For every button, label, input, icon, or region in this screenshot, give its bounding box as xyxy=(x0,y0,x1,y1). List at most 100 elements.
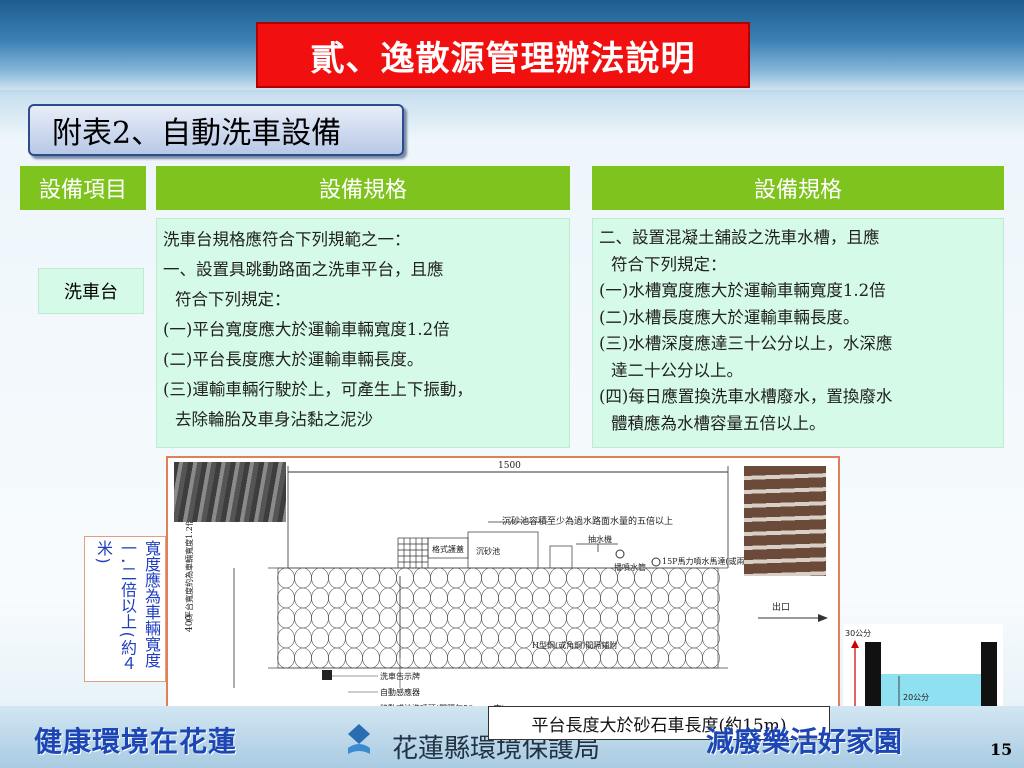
roller-circle xyxy=(464,607,482,629)
roller-circle xyxy=(685,647,703,669)
roller-circle xyxy=(430,627,448,649)
roller-circle xyxy=(532,567,550,589)
spec-line: 洗車台規格應符合下列規範之一： xyxy=(163,230,411,249)
roller-circle xyxy=(413,647,431,669)
roller-circle xyxy=(549,607,567,629)
spec-line: (四)每日應置換洗車水槽廢水，置換廢水 xyxy=(599,387,893,406)
spec-line: (一)平台寬度應大於運輸車輛寬度1.2倍 xyxy=(163,320,450,339)
roller-circle xyxy=(651,607,669,629)
roller-circle xyxy=(651,647,669,669)
roller-circle xyxy=(277,567,295,589)
roller-circle xyxy=(583,587,601,609)
roller-circle xyxy=(447,627,465,649)
roller-circle xyxy=(362,647,380,669)
header-spec-right: 設備規格 xyxy=(592,166,1004,210)
roller-circle xyxy=(566,587,584,609)
spec-line: 符合下列規定： xyxy=(175,290,291,309)
roller-circle xyxy=(549,567,567,589)
roller-circle xyxy=(379,567,397,589)
roller-circle xyxy=(396,647,414,669)
roller-circle xyxy=(430,647,448,669)
roller-circle xyxy=(379,607,397,629)
roller-circle xyxy=(277,647,295,669)
slide-title: 貳、逸散源管理辦法說明 xyxy=(256,22,750,88)
roller-circle xyxy=(481,627,499,649)
roller-circle xyxy=(549,587,567,609)
roller-circle xyxy=(651,587,669,609)
roller-circle xyxy=(634,647,652,669)
spec-line: (二)水槽長度應大於運輸車輛長度。 xyxy=(599,307,860,327)
roller-circle xyxy=(702,627,720,649)
sediment-note: 沉砂池容積至少為過水路面水量的五倍以上 xyxy=(502,515,673,527)
roller-circle xyxy=(685,607,703,629)
roller-circle xyxy=(634,627,652,649)
motor-label: 播噴水管 xyxy=(614,562,646,572)
roller-circle xyxy=(430,587,448,609)
roller-rows xyxy=(268,567,728,669)
roller-circle xyxy=(396,607,414,629)
water-depth-label: 20公分 xyxy=(903,693,929,702)
roller-circle xyxy=(498,627,516,649)
roller-circle xyxy=(413,587,431,609)
roller-label: H型鋼(或角鋼)間隔鋪附 xyxy=(532,640,617,650)
roller-circle xyxy=(515,627,533,649)
roller-circle xyxy=(311,567,329,589)
roller-circle xyxy=(583,567,601,589)
exit-label: 出口 xyxy=(772,601,790,613)
spec-line: 一、設置具跳動路面之洗車平台，且應 xyxy=(163,260,444,279)
roller-circle xyxy=(668,607,686,629)
roller-circle xyxy=(668,627,686,649)
roller-circle xyxy=(328,627,346,649)
roller-circle xyxy=(515,607,533,629)
roller-circle xyxy=(328,587,346,609)
roller-circle xyxy=(311,587,329,609)
roller-circle xyxy=(600,567,618,589)
roller-circle xyxy=(294,607,312,629)
roller-circle xyxy=(328,567,346,589)
roller-circle xyxy=(447,567,465,589)
roller-circle xyxy=(345,607,363,629)
roller-circle xyxy=(464,567,482,589)
roller-circle xyxy=(464,627,482,649)
footer-slogan-left: 健康環境在花蓮 xyxy=(34,725,238,758)
roller-circle xyxy=(294,647,312,669)
sensor-label: 自動感應器 xyxy=(380,687,420,697)
roller-circle xyxy=(430,567,448,589)
roller-circle xyxy=(634,607,652,629)
equipment-item-washing-platform: 洗車台 xyxy=(38,268,144,314)
roller-circle xyxy=(362,567,380,589)
slide-subtitle: 附表2、自動洗車設備 xyxy=(28,104,404,156)
roller-circle xyxy=(481,587,499,609)
roller-circle xyxy=(396,587,414,609)
roller-circle xyxy=(566,567,584,589)
width-note: 寬度應為車輛寬度一.二倍以上(約４米) xyxy=(84,536,166,682)
spec-line: (三)運輸車輛行駛於上，可產生上下振動， xyxy=(163,380,473,399)
spec-line: (一)水槽寬度應大於運輸車輛寬度1.2倍 xyxy=(599,281,886,300)
roller-circle xyxy=(532,647,550,669)
roller-circle xyxy=(498,607,516,629)
spec-line: (二)平台長度應大於運輸車輛長度。 xyxy=(163,350,424,369)
roller-circle xyxy=(600,647,618,669)
roller-circle xyxy=(396,627,414,649)
roller-circle xyxy=(413,607,431,629)
roller-circle xyxy=(566,647,584,669)
photo-roller-platform xyxy=(744,466,826,576)
roller-circle xyxy=(532,587,550,609)
roller-circle xyxy=(600,607,618,629)
epb-logo-icon xyxy=(348,724,370,754)
roller-circle xyxy=(668,587,686,609)
roller-circle xyxy=(498,587,516,609)
header-spec-left: 設備規格 xyxy=(156,166,570,210)
roller-circle xyxy=(277,587,295,609)
roller-circle xyxy=(617,607,635,629)
roller-circle xyxy=(685,567,703,589)
roller-circle xyxy=(600,587,618,609)
rollers-group xyxy=(277,567,720,669)
roller-circle xyxy=(515,587,533,609)
roller-circle xyxy=(447,647,465,669)
roller-circle xyxy=(481,647,499,669)
roller-circle xyxy=(413,567,431,589)
roller-circle xyxy=(702,567,720,589)
header-equipment-item: 設備項目 xyxy=(20,166,146,210)
roller-circle xyxy=(362,607,380,629)
